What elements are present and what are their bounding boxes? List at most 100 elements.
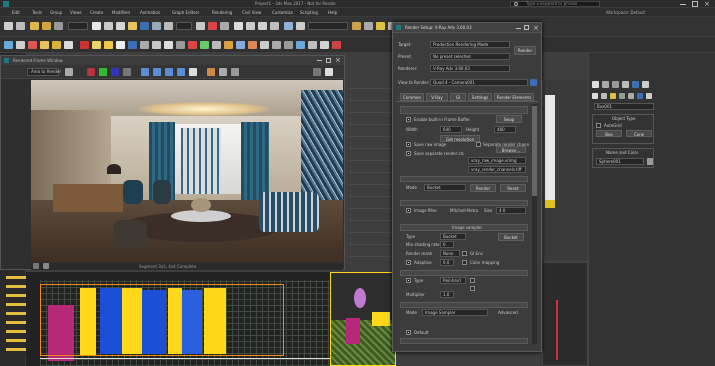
channels-file-field[interactable]: vray_render_channels.tiff [468,166,526,173]
menu-create[interactable]: Create [90,10,103,15]
tab-common[interactable]: Common [400,93,424,101]
workspace-dropdown[interactable]: Workspace: Default [606,10,645,15]
render-setup-scroll-thumb[interactable] [532,106,537,196]
create-tab-icon[interactable] [592,81,599,88]
sampler-type-button[interactable]: Bucket [498,233,524,241]
minimize-icon[interactable] [680,4,686,5]
menu-civil-view[interactable]: Civil View [242,10,261,15]
env-option-2-checkbox[interactable] [470,286,475,291]
lights-icon[interactable] [610,93,616,99]
systems-icon[interactable] [646,93,652,99]
close-icon[interactable]: × [704,0,710,8]
vray-edit-icon[interactable] [272,41,281,49]
print-icon[interactable] [177,68,185,76]
save-raw-checkbox[interactable] [406,142,411,147]
sampler-type-dropdown[interactable]: Bucket [440,233,466,240]
scene-explorer-icon[interactable] [364,22,373,30]
render-setup-minimize-icon[interactable] [516,28,521,29]
vray-sphere-icon[interactable] [164,41,173,49]
get-resolution-button[interactable]: Get resolution [440,135,480,142]
clear-icon[interactable] [189,68,197,76]
layer-manager-icon[interactable] [352,22,361,30]
global-switches-rollout-header[interactable] [400,176,528,182]
height-field[interactable]: 480 [494,126,516,133]
active-shade-icon[interactable] [64,41,73,49]
frame-buffer-rollout-header[interactable] [400,106,528,114]
menu-views[interactable]: Views [70,10,82,15]
menu-animation[interactable]: Animation [140,10,160,15]
clone-frame-icon[interactable] [165,68,173,76]
select-object-icon[interactable] [92,22,101,30]
frame-window-render-icon[interactable] [325,68,333,76]
select-manipulate-icon[interactable] [208,22,217,30]
helpers-icon[interactable] [628,93,634,99]
render-setup-icon[interactable] [16,41,25,49]
vray-sun-icon[interactable] [104,41,113,49]
bottom-rollout-header[interactable] [400,338,528,344]
vray-lister-icon[interactable] [224,41,233,49]
menu-group[interactable]: Group [50,10,62,15]
unlink-icon[interactable] [42,22,51,30]
select-move-icon[interactable] [140,22,149,30]
env-type-checkbox[interactable] [406,278,411,283]
geometry-icon[interactable] [592,93,598,99]
alpha-channel-icon[interactable] [123,68,131,76]
vray-proxy-icon[interactable] [128,41,137,49]
object-category-dropdown[interactable]: Box001 [594,103,654,110]
menu-scripting[interactable]: Scripting [300,10,318,15]
vray-decal-icon[interactable] [236,41,245,49]
vray-material-icon[interactable] [200,41,209,49]
vray-about-icon[interactable] [320,41,329,49]
tab-vray[interactable]: V-Ray [426,93,448,101]
bind-space-warp-icon[interactable] [54,22,63,30]
menu-tools[interactable]: Tools [32,10,42,15]
vray-scene-converter-icon[interactable] [212,41,221,49]
color-channel-blue-icon[interactable] [111,68,119,76]
separate-channels-checkbox[interactable] [476,142,481,147]
link-icon[interactable] [30,22,39,30]
env-multiplier-field[interactable]: 1.0 [440,291,454,298]
render-mask-dropdown[interactable]: None [440,250,460,257]
curve-editor-icon[interactable] [376,22,385,30]
vray-toolbar-icon[interactable] [80,41,89,49]
select-scale-icon[interactable] [164,22,173,30]
adaptive-checkbox[interactable] [406,260,411,265]
tab-gi[interactable]: GI [450,93,466,101]
select-by-name-icon[interactable] [104,22,113,30]
copy-image-icon[interactable] [153,68,161,76]
save-separate-checkbox[interactable] [406,151,411,156]
space-warps-icon[interactable] [637,93,643,99]
vray-ipr-icon[interactable] [284,41,293,49]
image-filter-checkbox[interactable] [406,208,411,213]
selection-filter-icon[interactable] [68,22,88,30]
camera-rollout-header[interactable] [400,302,528,308]
vray-swarm-icon[interactable] [296,41,305,49]
object-color-swatch[interactable] [647,158,653,165]
status-zoom-icon[interactable] [43,263,49,269]
min-shading-field[interactable]: 6 [440,241,454,248]
vray-debug-icon[interactable] [308,41,317,49]
frame-window-close-icon[interactable]: × [335,56,341,64]
width-field[interactable]: 640 [440,126,462,133]
utilities-tab-icon[interactable] [642,81,649,88]
vray-fur-icon[interactable] [140,41,149,49]
browse-button[interactable]: Browse... [496,146,526,153]
frame-window-minimize-icon[interactable] [317,60,322,61]
cameras-icon[interactable] [619,93,625,99]
env-option-1-checkbox[interactable] [470,278,475,283]
frame-window-options-icon[interactable] [313,68,321,76]
gi-env-checkbox[interactable] [462,251,467,256]
render-setup-maximize-icon[interactable] [524,25,529,30]
target-dropdown[interactable]: Production Rendering Mode [430,41,510,48]
view-to-render-dropdown[interactable]: Quad 4 - Camera001 [430,79,528,86]
status-left-icon[interactable] [33,263,39,269]
mirror-icon[interactable] [296,22,305,30]
rendered-frame-window-icon[interactable] [28,41,37,49]
vray-options-icon[interactable] [332,41,341,49]
autogrid-checkbox[interactable] [596,123,601,128]
vray-dome-icon[interactable] [116,41,125,49]
window-crossing-icon[interactable] [128,22,137,30]
material-editor-icon[interactable] [4,41,13,49]
environment-rollout-header[interactable] [400,270,528,276]
render-iterative-icon[interactable] [52,41,61,49]
